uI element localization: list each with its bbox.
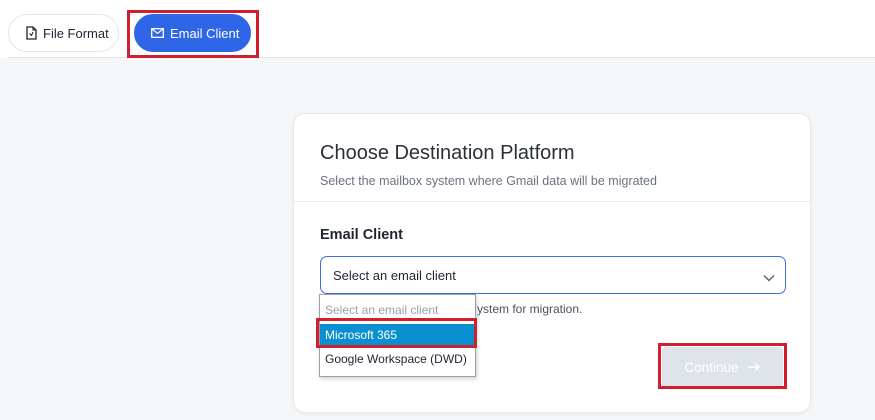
tab-email-client-label: Email Client (170, 25, 240, 41)
helper-text: ystem for migration. (477, 302, 583, 316)
option-placeholder[interactable]: Select an email client (320, 299, 475, 321)
chevron-down-icon (763, 270, 775, 285)
continue-button[interactable]: Continue (662, 347, 783, 387)
tab-file-format-label: File Format (43, 25, 109, 41)
topbar-divider (8, 57, 875, 58)
email-client-select[interactable]: Select an email client (320, 256, 786, 294)
continue-label: Continue (684, 359, 739, 375)
tab-email-client[interactable]: Email Client (134, 14, 251, 52)
email-client-dropdown: Select an email client Microsoft 365 Goo… (319, 294, 476, 377)
file-icon (25, 26, 37, 40)
top-tab-bar: File Format Email Client (0, 0, 875, 58)
email-client-label: Email Client (320, 227, 403, 243)
card-divider (294, 201, 810, 202)
tab-file-format[interactable]: File Format (8, 14, 119, 52)
option-microsoft-365[interactable]: Microsoft 365 (320, 324, 475, 346)
email-client-select-value: Select an email client (333, 267, 456, 283)
mail-icon (151, 28, 164, 38)
option-google-workspace[interactable]: Google Workspace (DWD) (320, 348, 475, 370)
arrow-right-icon (747, 360, 761, 375)
page-subtitle: Select the mailbox system where Gmail da… (320, 174, 657, 188)
page-title: Choose Destination Platform (320, 142, 575, 164)
